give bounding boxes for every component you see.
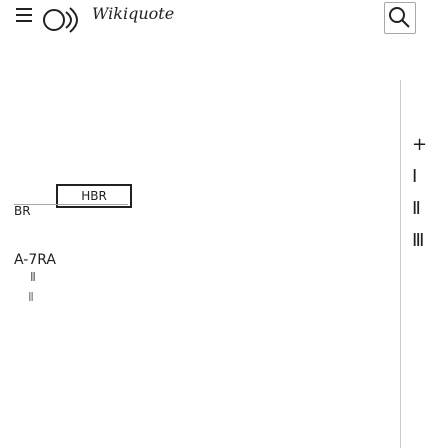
right-column-line-1: +: [412, 134, 428, 155]
page-title: A-7RA: [14, 252, 56, 268]
right-column-line-2: Ⅰ: [412, 166, 418, 187]
tab-divider: [14, 204, 128, 205]
site-wordmark: Wikiquote: [92, 4, 175, 23]
right-column-line-4: Ⅲ: [412, 230, 425, 251]
tab-article[interactable]: BR: [14, 204, 31, 218]
right-column-line-3: Ⅱ: [412, 198, 421, 219]
tab-talk-label: HBR: [81, 189, 107, 203]
menu-icon[interactable]: [16, 8, 32, 22]
search-icon: [389, 7, 410, 28]
search-button[interactable]: [384, 2, 416, 34]
small-text: Ⅱ: [28, 290, 34, 304]
hint-text: Ⅱ: [30, 270, 36, 284]
wikipedia-globe-icon: [43, 7, 78, 33]
